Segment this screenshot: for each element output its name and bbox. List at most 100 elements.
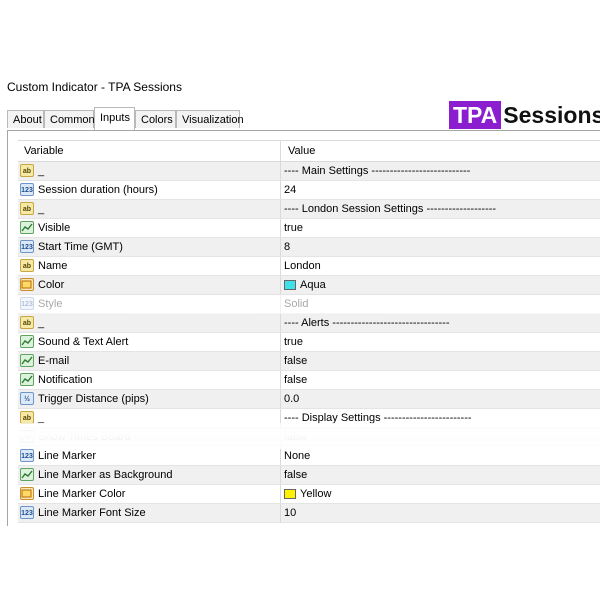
variable-name: Visible — [38, 222, 71, 234]
variable-value[interactable]: 8 — [284, 238, 290, 256]
variable-value[interactable]: false — [284, 371, 307, 389]
column-divider — [280, 238, 281, 256]
table-row[interactable]: Color Aqua — [18, 276, 600, 295]
variable-value-text: true — [284, 222, 303, 234]
123-icon: 123 — [20, 297, 34, 310]
column-divider — [280, 466, 281, 484]
variable-name: _ — [38, 203, 45, 215]
123-icon: 123 — [20, 506, 34, 519]
table-header: Variable Value — [18, 140, 600, 162]
column-divider — [280, 314, 281, 332]
123-icon: 123 — [20, 449, 34, 462]
column-divider[interactable] — [280, 141, 281, 161]
table-row[interactable]: 123 Session duration (hours) 24 — [18, 181, 600, 200]
variable-name: Notification — [38, 374, 93, 386]
bool-chart-icon — [20, 468, 34, 481]
variable-value[interactable]: 24 — [284, 181, 296, 199]
color-swatch — [284, 280, 296, 290]
variable-value[interactable]: false — [284, 352, 307, 370]
table-row[interactable]: 123 Line Marker None — [18, 447, 600, 466]
variable-value-text: 0.0 — [284, 393, 300, 405]
table-body: ab _ ---- Main Settings ------------------… — [18, 162, 600, 523]
column-divider — [280, 162, 281, 180]
tab-colors[interactable]: Colors — [135, 110, 176, 128]
color-swatch — [284, 489, 296, 499]
tab-common[interactable]: Common — [44, 110, 95, 128]
column-divider — [280, 352, 281, 370]
column-header-value[interactable]: Value — [288, 141, 315, 161]
variable-value-text: London — [284, 260, 321, 272]
variable-name: Start Time (GMT) — [38, 241, 123, 253]
variable-name: _ — [38, 165, 45, 177]
table-row[interactable]: ab _ ---- Main Settings ------------------… — [18, 162, 600, 181]
variable-value[interactable]: ---- London Session Settings -----------… — [284, 200, 496, 218]
column-divider — [280, 333, 281, 351]
tpa-sessions-logo: TPA Sessions — [449, 101, 600, 129]
variable-value[interactable]: ---- Alerts ----------------------------… — [284, 314, 450, 332]
column-divider — [280, 257, 281, 275]
table-row[interactable]: 123 Start Time (GMT) 8 — [18, 238, 600, 257]
ab-icon: ab — [20, 164, 34, 177]
variable-name: Style — [38, 298, 63, 310]
variable-value-text: ---- London Session Settings -----------… — [284, 203, 497, 215]
variable-name: E-mail — [38, 355, 70, 367]
variable-value[interactable]: None — [284, 447, 310, 465]
variable-value[interactable]: 0.0 — [284, 390, 299, 408]
decimal-icon: ½ — [20, 392, 34, 405]
variable-name: Sound & Text Alert — [38, 336, 129, 348]
window-title: Custom Indicator - TPA Sessions — [7, 80, 182, 94]
column-divider — [280, 371, 281, 389]
variable-value-text: ---- Alerts ----------------------------… — [284, 317, 450, 329]
variable-value[interactable]: London — [284, 257, 321, 275]
table-row[interactable]: ab _ ---- Alerts -------------------------… — [18, 314, 600, 333]
column-divider — [280, 504, 281, 522]
variable-value[interactable]: ---- Main Settings ---------------------… — [284, 162, 470, 180]
variable-value-text: Solid — [284, 298, 309, 310]
variable-value[interactable]: true — [284, 333, 303, 351]
color-palette-icon — [20, 278, 34, 291]
bool-chart-icon — [20, 221, 34, 234]
column-divider — [280, 181, 281, 199]
table-row[interactable]: Visible true — [18, 219, 600, 238]
variable-value[interactable]: Solid — [284, 295, 308, 313]
table-row[interactable]: ab Name London — [18, 257, 600, 276]
table-row[interactable]: ab _ ---- London Session Settings --------… — [18, 200, 600, 219]
table-row[interactable]: Notification false — [18, 371, 600, 390]
tab-about[interactable]: About — [7, 110, 44, 128]
tab-visualization[interactable]: Visualization — [176, 110, 244, 128]
column-divider — [280, 200, 281, 218]
inputs-panel: Variable Value ab _ ---- Main Settings ---… — [7, 130, 600, 526]
variable-value[interactable]: Yellow — [284, 485, 331, 503]
table-row[interactable]: ½ Trigger Distance (pips) 0.0 — [18, 390, 600, 409]
column-divider — [280, 295, 281, 313]
variable-value[interactable]: 10 — [284, 504, 296, 522]
ab-icon: ab — [20, 259, 34, 272]
table-row[interactable]: Line Marker as Background false — [18, 466, 600, 485]
tab-inputs[interactable]: Inputs — [94, 107, 135, 130]
color-palette-icon — [20, 487, 34, 500]
column-divider — [280, 276, 281, 294]
123-icon: 123 — [20, 183, 34, 196]
table-row[interactable]: 123 Style Solid — [18, 295, 600, 314]
variable-value[interactable]: false — [284, 466, 307, 484]
variable-value-text: true — [284, 336, 303, 348]
column-header-variable[interactable]: Variable — [24, 141, 64, 161]
column-divider — [280, 219, 281, 237]
table-row[interactable]: 123 Line Marker Font Size 10 — [18, 504, 600, 523]
variable-value-text: Aqua — [300, 279, 326, 291]
table-row[interactable]: Line Marker Color Yellow — [18, 485, 600, 504]
variable-name: Name — [38, 260, 68, 272]
variable-value[interactable]: true — [284, 219, 303, 237]
variable-value-text: false — [284, 469, 308, 481]
bool-chart-icon — [20, 373, 34, 386]
variable-value-text: Yellow — [300, 488, 332, 500]
123-icon: 123 — [20, 240, 34, 253]
table-row[interactable]: E-mail false — [18, 352, 600, 371]
variable-value-text: 10 — [284, 507, 297, 519]
variable-value-text: 8 — [284, 241, 291, 253]
column-divider — [280, 390, 281, 408]
variable-value-text: None — [284, 450, 311, 462]
variable-value[interactable]: Aqua — [284, 276, 326, 294]
ab-icon: ab — [20, 202, 34, 215]
table-row[interactable]: Sound & Text Alert true — [18, 333, 600, 352]
